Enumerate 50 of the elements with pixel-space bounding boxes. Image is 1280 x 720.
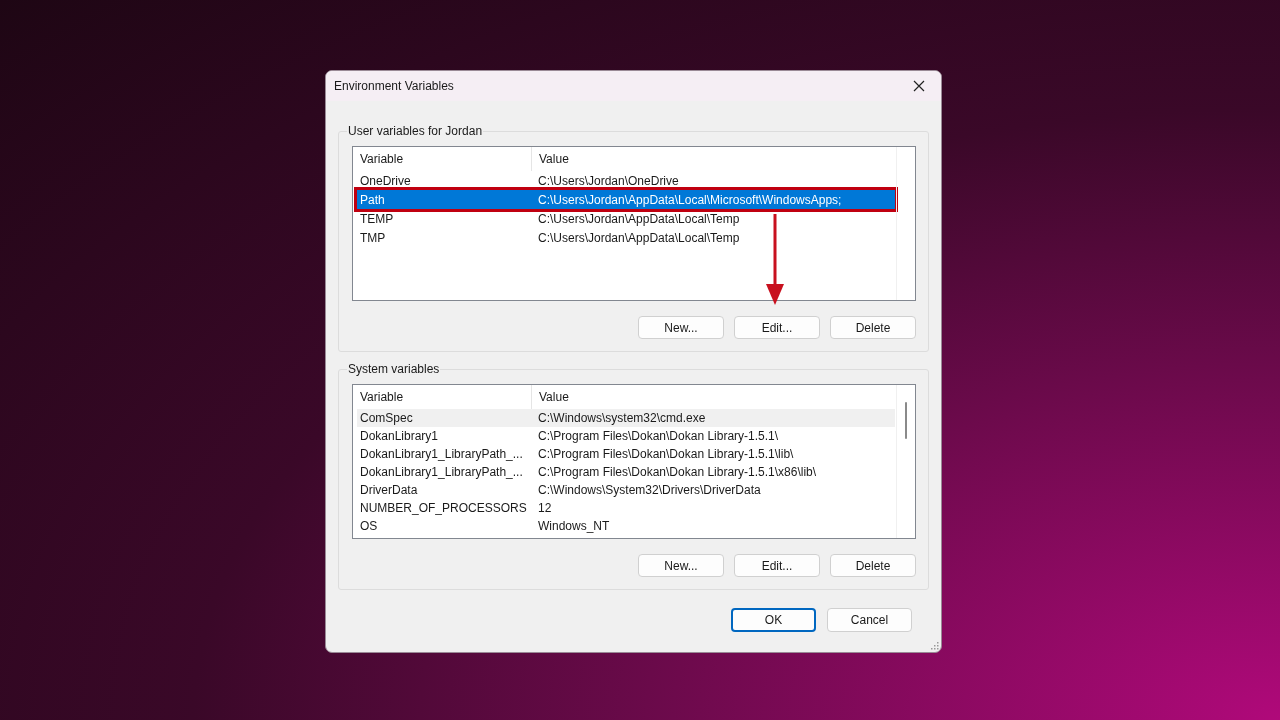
list-row[interactable]: OneDrive C:\Users\Jordan\OneDrive: [357, 171, 895, 190]
column-header[interactable]: Value: [531, 147, 896, 171]
group-label: System variables: [347, 362, 441, 376]
group-label: User variables for Jordan: [347, 124, 484, 138]
list-row[interactable]: TMP C:\Users\Jordan\AppData\Local\Temp: [357, 228, 895, 247]
close-icon: [913, 80, 925, 92]
table-cell-text: C:\Users\Jordan\OneDrive: [537, 173, 680, 188]
table-cell-text: Windows_NT: [537, 519, 611, 533]
table-cell-text: DokanLibrary1_LibraryPath_...: [359, 447, 524, 461]
scrollbar-thumb[interactable]: [905, 402, 907, 439]
list-row[interactable]: NUMBER_OF_PROCESSORS 12: [357, 499, 895, 517]
dialog-button[interactable]: Cancel: [827, 608, 912, 632]
table-cell-text: C:\Program Files\Dokan\Dokan Library-1.5.1\lib\: [537, 447, 795, 461]
list-row[interactable]: DokanLibrary1_LibraryPath_... C:\Program Files\Dokan\Dokan Library-1.5.1\lib\: [357, 445, 895, 463]
list-action-button[interactable]: Delete: [830, 554, 916, 577]
resize-grip-icon[interactable]: [931, 642, 939, 650]
list-row[interactable]: OS Windows_NT: [357, 517, 895, 535]
table-cell-text: C:\Program Files\Dokan\Dokan Library-1.5.1\: [537, 429, 780, 443]
list-action-button[interactable]: Edit...: [734, 316, 820, 339]
table-cell-text: 12: [537, 501, 553, 515]
list-row[interactable]: ComSpec C:\Windows\system32\cmd.exe: [357, 409, 895, 427]
list-action-button[interactable]: New...: [638, 316, 724, 339]
list-row[interactable]: TEMP C:\Users\Jordan\AppData\Local\Temp: [357, 209, 895, 228]
list-row[interactable]: DokanLibrary1 C:\Program Files\Dokan\Dokan Library-1.5.1\: [357, 427, 895, 445]
column-header[interactable]: Variable: [353, 385, 531, 409]
table-cell-text: DriverData: [359, 483, 419, 497]
list-action-button[interactable]: Delete: [830, 316, 916, 339]
table-cell-text: C:\Users\Jordan\AppData\Local\Temp: [537, 230, 741, 245]
table-cell-text: C:\Program Files\Dokan\Dokan Library-1.5.1\x86\lib\: [537, 465, 818, 479]
table-cell-text: C:\Windows\system32\cmd.exe: [537, 411, 707, 425]
table-cell-text: NUMBER_OF_PROCESSORS: [359, 501, 528, 515]
table-cell-text: C:\Users\Jordan\AppData\Local\Temp: [537, 211, 741, 226]
table-cell-text: DokanLibrary1_LibraryPath_...: [359, 465, 524, 479]
table-cell-text: OS: [359, 519, 379, 533]
table-cell-text: C:\Users\Jordan\AppData\Local\Microsoft\WindowsApps;: [537, 192, 843, 207]
column-header[interactable]: Variable: [353, 147, 531, 171]
list-row[interactable]: Path C:\Users\Jordan\AppData\Local\Microsoft\WindowsApps;: [357, 190, 895, 209]
list-row[interactable]: DriverData C:\Windows\System32\Drivers\DriverData: [357, 481, 895, 499]
list-action-button[interactable]: New...: [638, 554, 724, 577]
table-cell-text: TEMP: [359, 211, 395, 226]
table-cell-text: TMP: [359, 230, 387, 245]
list-action-button[interactable]: Edit...: [734, 554, 820, 577]
table-cell-text: C:\Windows\System32\Drivers\DriverData: [537, 483, 762, 497]
table-cell-text: ComSpec: [359, 411, 414, 425]
dialog-button[interactable]: OK: [731, 608, 816, 632]
table-cell-text: Path: [359, 192, 386, 207]
table-cell-text: DokanLibrary1: [359, 429, 440, 443]
window-title: Environment Variables: [334, 79, 454, 93]
list-row[interactable]: DokanLibrary1_LibraryPath_... C:\Program Files\Dokan\Dokan Library-1.5.1\x86\lib\: [357, 463, 895, 481]
table-cell-text: OneDrive: [359, 173, 412, 188]
